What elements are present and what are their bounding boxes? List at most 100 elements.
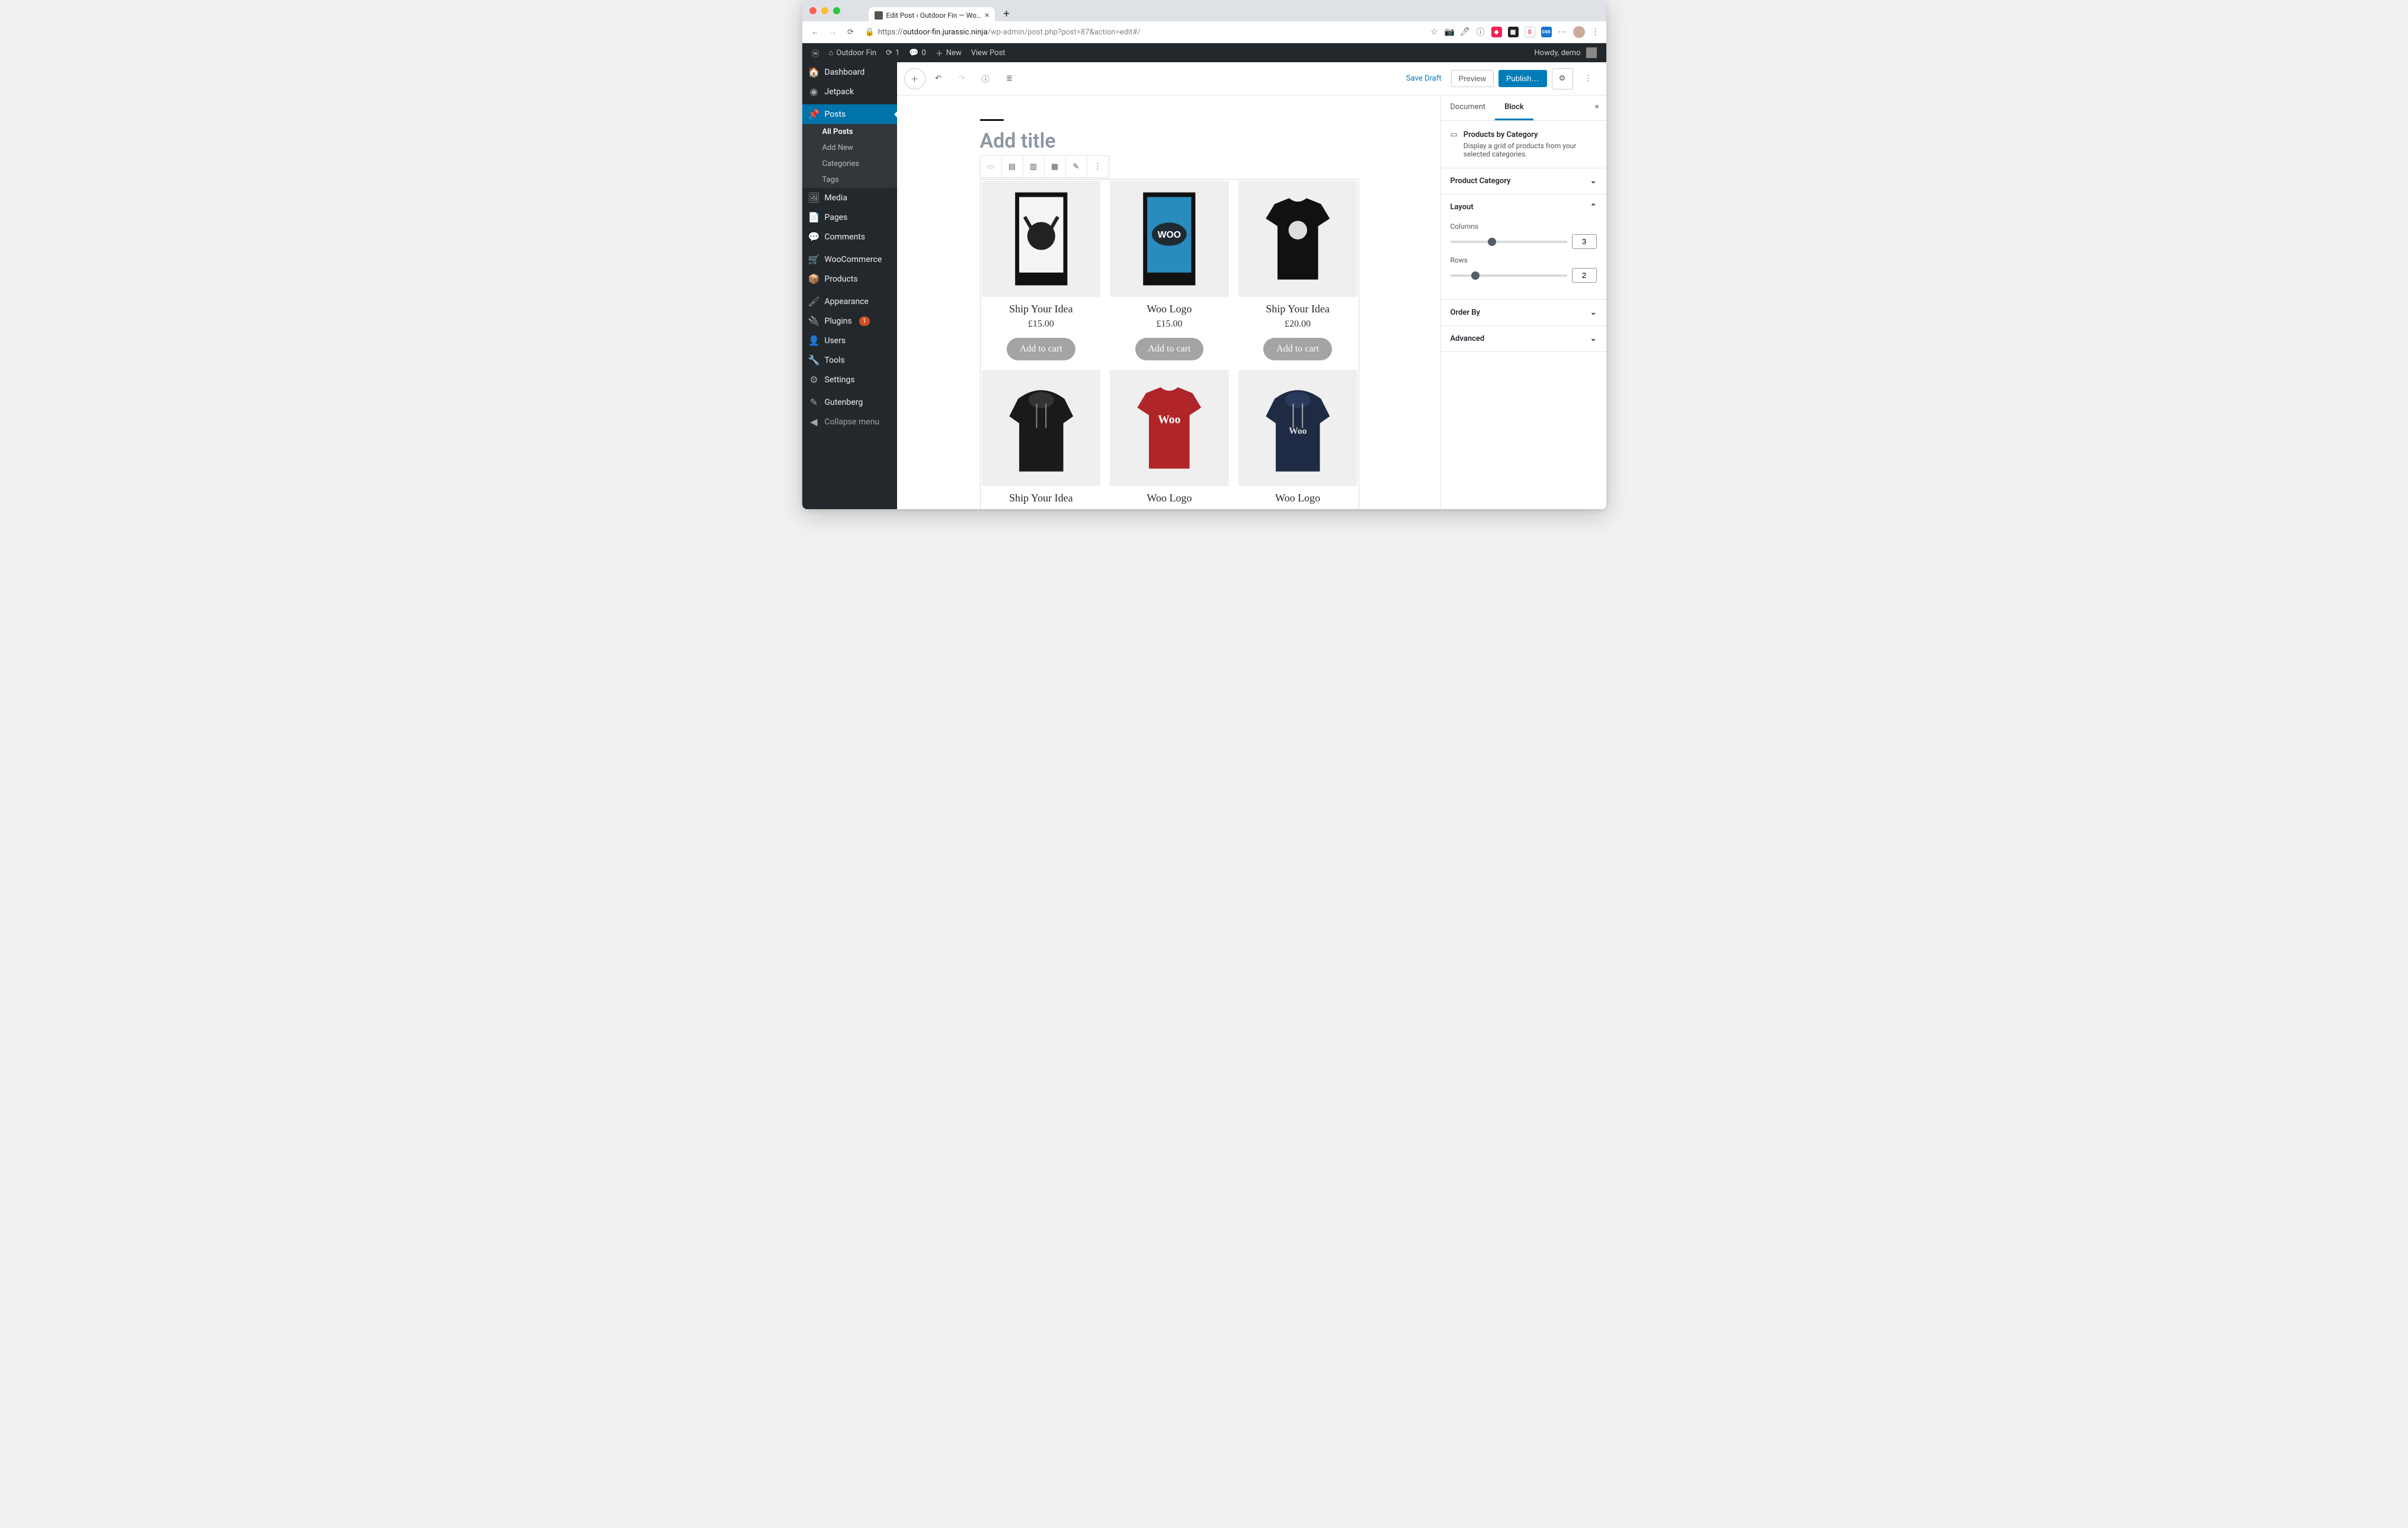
product-price: £30.00 – £35.00 <box>982 508 1101 509</box>
add-to-cart-button[interactable]: Add to cart <box>1007 338 1075 360</box>
wp-logo-button[interactable]: ⓦ <box>807 43 824 62</box>
sidebar-item-label: Plugins <box>825 317 852 326</box>
post-title-input[interactable]: Add title <box>980 129 1359 153</box>
eyedropper-icon[interactable]: 🖊 <box>1461 27 1470 37</box>
sidebar-item-pages[interactable]: 📄Pages <box>802 207 897 227</box>
product-card[interactable]: WooWoo Logo£20.00£18.00 <box>1110 370 1229 509</box>
new-content-button[interactable]: ＋New <box>931 43 966 62</box>
sidebar-item-tools[interactable]: 🔧Tools <box>802 350 897 370</box>
panel-product-category[interactable]: Product Category ⌄ <box>1441 168 1606 194</box>
sidebar-item-products[interactable]: 📦Products <box>802 269 897 289</box>
star-icon[interactable]: ☆ <box>1430 27 1439 37</box>
extension-icon[interactable]: ⋯ <box>1558 27 1567 37</box>
block-more-button[interactable]: ⋮ <box>1087 156 1109 177</box>
sidebar-item-gutenberg[interactable]: ✎Gutenberg <box>802 392 897 412</box>
sidebar-subitem-all-posts[interactable]: All Posts <box>802 124 897 140</box>
plugins-icon: 🔌 <box>808 315 820 327</box>
profile-avatar[interactable] <box>1573 26 1585 38</box>
maximize-window-button[interactable] <box>833 7 840 14</box>
edit-block-button[interactable]: ✎ <box>1066 156 1087 177</box>
sidebar-item-appearance[interactable]: 🖌Appearance <box>802 292 897 311</box>
align-center-button[interactable]: ▥ <box>1023 156 1045 177</box>
updates-link[interactable]: ⟳1 <box>881 43 904 62</box>
home-icon: ⌂ <box>829 48 834 57</box>
products-by-category-block[interactable]: Ship Your Idea£15.00Add to cartWOOWoo Lo… <box>980 179 1359 509</box>
sidebar-item-comments[interactable]: 💬Comments <box>802 227 897 247</box>
product-card[interactable]: Ship Your Idea£15.00Add to cart <box>982 181 1101 360</box>
close-window-button[interactable] <box>809 7 816 14</box>
outline-button[interactable]: ≣ <box>999 68 1020 89</box>
camera-icon[interactable]: 📷 <box>1445 27 1455 37</box>
collapse-menu-button[interactable]: ◀Collapse menu <box>802 412 897 431</box>
block-switcher-button[interactable]: ▭ <box>981 156 1002 177</box>
sidebar-subitem-categories[interactable]: Categories <box>802 156 897 172</box>
align-left-button[interactable]: ▤ <box>1002 156 1023 177</box>
sidebar-item-posts[interactable]: 📌Posts <box>802 104 897 124</box>
howdy-text: Howdy, demo <box>1534 49 1580 57</box>
sidebar-item-dashboard[interactable]: 🏠Dashboard <box>802 62 897 82</box>
align-wide-button[interactable]: ▦ <box>1045 156 1066 177</box>
rows-label: Rows <box>1450 256 1597 264</box>
add-to-cart-button[interactable]: Add to cart <box>1263 338 1332 360</box>
minimize-window-button[interactable] <box>821 7 828 14</box>
sidebar-item-media[interactable]: 🖼Media <box>802 188 897 207</box>
chrome-menu-button[interactable]: ⋮ <box>1591 27 1600 37</box>
reload-button[interactable]: ⟳ <box>844 25 858 39</box>
product-card[interactable]: WOOWoo Logo£15.00Add to cart <box>1110 181 1229 360</box>
dashboard-icon: 🏠 <box>808 66 820 78</box>
panel-title: Advanced <box>1450 334 1485 343</box>
sidebar-item-woocommerce[interactable]: 🛒WooCommerce <box>802 250 897 269</box>
panel-advanced[interactable]: Advanced ⌄ <box>1441 326 1606 351</box>
add-to-cart-button[interactable]: Add to cart <box>1135 338 1204 360</box>
settings-icon: ⚙ <box>808 374 820 385</box>
url-host: outdoor-fin.jurassic.ninja <box>903 28 988 37</box>
account-menu[interactable]: Howdy, demo <box>1529 43 1601 62</box>
extension-icon[interactable]: ▦ <box>1508 27 1519 37</box>
sidebar-subitem-tags[interactable]: Tags <box>802 172 897 188</box>
product-card[interactable]: WooWoo Logo£35.00 <box>1238 370 1357 509</box>
save-draft-button[interactable]: Save Draft <box>1401 71 1446 87</box>
tab-document[interactable]: Document <box>1441 95 1496 120</box>
tab-block[interactable]: Block <box>1495 95 1533 120</box>
inserter-button[interactable]: ＋ <box>904 68 926 89</box>
view-post-link[interactable]: View Post <box>966 43 1010 62</box>
comments-link[interactable]: 💬0 <box>904 43 931 62</box>
sidebar-subitem-add-new[interactable]: Add New <box>802 140 897 156</box>
extension-icon[interactable]: css <box>1541 27 1552 37</box>
columns-slider[interactable] <box>1450 241 1567 243</box>
back-button[interactable]: ← <box>808 25 822 39</box>
columns-input[interactable] <box>1572 234 1597 249</box>
browser-tab[interactable]: Edit Post ‹ Outdoor Fin — Wo… × <box>869 7 995 24</box>
sidebar-item-settings[interactable]: ⚙Settings <box>802 370 897 389</box>
product-image: Woo <box>1238 370 1357 486</box>
extension-icon[interactable]: ◆ <box>1491 27 1502 37</box>
rows-input[interactable] <box>1572 268 1597 283</box>
forward-button[interactable]: → <box>826 25 840 39</box>
sidebar-item-users[interactable]: 👤Users <box>802 331 897 350</box>
site-home-link[interactable]: ⌂Outdoor Fin <box>824 43 882 62</box>
url-bar[interactable]: 🔒 https://outdoor-fin.jurassic.ninja/wp-… <box>862 27 1426 38</box>
preview-button[interactable]: Preview <box>1451 70 1494 87</box>
panel-layout[interactable]: Layout ⌃ <box>1441 194 1606 220</box>
info-extension-icon[interactable]: ⓘ <box>1476 27 1485 37</box>
sidebar-item-jetpack[interactable]: ◉Jetpack <box>802 82 897 101</box>
product-card[interactable]: Ship Your Idea£20.00Add to cart <box>1238 181 1357 360</box>
panel-order-by[interactable]: Order By ⌄ <box>1441 300 1606 325</box>
settings-toggle-button[interactable]: ⚙ <box>1552 68 1573 89</box>
close-sidebar-button[interactable]: × <box>1588 95 1606 120</box>
new-tab-button[interactable]: + <box>1000 8 1013 20</box>
appearance-icon: 🖌 <box>808 296 820 307</box>
more-menu-button[interactable]: ⋮ <box>1578 68 1599 89</box>
product-card[interactable]: Ship Your Idea£30.00 – £35.00 <box>982 370 1101 509</box>
svg-text:Woo: Woo <box>1289 426 1307 436</box>
undo-button[interactable]: ↶ <box>928 68 949 89</box>
redo-button[interactable]: ↷ <box>952 68 973 89</box>
sidebar-item-plugins[interactable]: 🔌Plugins1 <box>802 311 897 331</box>
url-prefix: https:// <box>878 28 903 37</box>
publish-button[interactable]: Publish… <box>1498 70 1547 87</box>
extension-icon[interactable]: S <box>1525 27 1535 37</box>
sidebar-item-label: Jetpack <box>825 87 854 97</box>
rows-slider[interactable] <box>1450 274 1567 277</box>
close-tab-button[interactable]: × <box>985 11 989 20</box>
info-button[interactable]: ⓘ <box>975 68 997 89</box>
